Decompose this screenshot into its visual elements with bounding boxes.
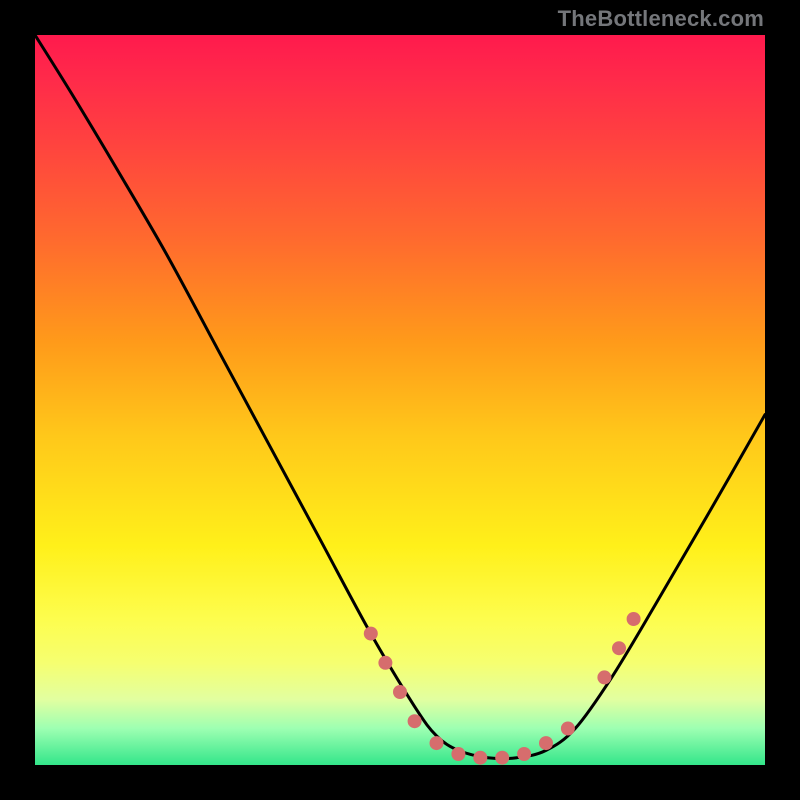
curve-marker	[451, 747, 465, 761]
curve-marker	[612, 641, 626, 655]
curve-marker	[517, 747, 531, 761]
curve-marker	[364, 627, 378, 641]
curve-marker	[627, 612, 641, 626]
curve-marker	[597, 670, 611, 684]
curve-marker	[561, 722, 575, 736]
attribution-label: TheBottleneck.com	[558, 6, 764, 32]
curve-marker	[393, 685, 407, 699]
chart-plot-area	[35, 35, 765, 765]
curve-marker	[430, 736, 444, 750]
curve-marker	[539, 736, 553, 750]
curve-marker-group	[364, 612, 641, 765]
curve-marker	[378, 656, 392, 670]
curve-marker	[408, 714, 422, 728]
chart-frame: TheBottleneck.com	[0, 0, 800, 800]
curve-marker	[495, 751, 509, 765]
curve-marker	[473, 751, 487, 765]
bottleneck-curve-svg	[35, 35, 765, 765]
bottleneck-curve-line	[35, 35, 765, 759]
